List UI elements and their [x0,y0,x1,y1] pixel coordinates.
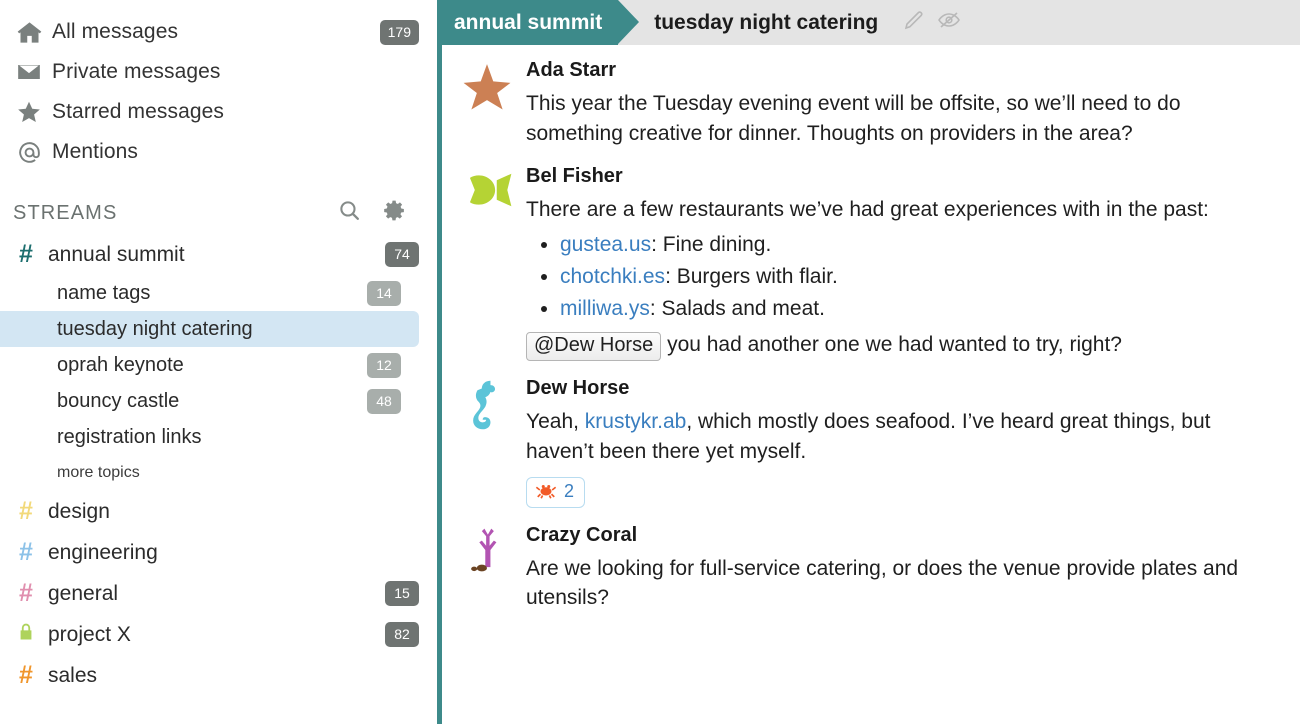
sidebar: All messages 179 Private messages Starre… [0,0,437,724]
list-item-text: : Burgers with flair. [665,265,838,289]
sidebar-stream-design[interactable]: # design [0,491,437,532]
sidebar-stream-sales[interactable]: # sales [0,655,437,696]
starfish-avatar[interactable] [458,57,516,149]
message-text-before: Yeah, [526,409,585,433]
list-item: milliwa.ys: Salads and meat. [560,294,1282,324]
eye-slash-icon[interactable] [936,8,962,38]
topic-header-bar: annual summit tuesday night catering [442,0,1300,45]
topic-name: registration links [57,425,202,448]
hash-icon: # [19,579,33,607]
topic-name: oprah keynote [57,353,184,376]
hash-icon: # [19,240,33,268]
hash-icon: # [19,538,33,566]
user-mention[interactable]: @Dew Horse [526,331,662,361]
unread-badge: 179 [379,19,419,45]
unread-badge: 82 [385,622,419,647]
crab-emoji [535,481,557,503]
sidebar-item-starred-messages[interactable]: Starred messages [0,92,437,132]
sidebar-topic-name-tags[interactable]: name tags 14 [0,275,419,311]
message-pane: annual summit tuesday night catering Ada… [437,0,1300,724]
list-item: gustea.us: Fine dining. [560,230,1282,260]
sidebar-item-mentions[interactable]: Mentions [0,132,437,172]
more-topics-link[interactable]: more topics [0,455,437,491]
sidebar-item-label: All messages [52,20,179,43]
pencil-icon[interactable] [902,8,926,38]
sidebar-stream-general[interactable]: # general 15 [0,573,437,614]
message-sender[interactable]: Dew Horse [526,377,1282,400]
unread-badge: 48 [367,388,401,414]
stream-name: engineering [48,540,158,564]
message-item: Bel Fisher There are a few restaurants w… [458,163,1282,361]
sidebar-stream-annual-summit[interactable]: # annual summit 74 [0,234,437,275]
seahorse-avatar[interactable] [458,375,516,508]
restaurant-link[interactable]: chotchki.es [560,265,665,288]
reaction-chip[interactable]: 2 [526,476,586,508]
topic-name: name tags [57,281,151,304]
sidebar-topic-oprah-keynote[interactable]: oprah keynote 12 [0,347,419,383]
topic-name: tuesday night catering [57,317,253,340]
streams-header: STREAMS [0,192,437,234]
lock-icon [12,621,40,648]
stream-name: general [48,581,119,605]
message-sender[interactable]: Ada Starr [526,59,1282,82]
hash-icon: # [19,497,33,525]
streams-title: STREAMS [13,201,118,224]
message-item: Crazy Coral Are we looking for full-serv… [458,522,1282,614]
unread-badge: 74 [385,242,419,267]
sidebar-topic-tuesday-night-catering[interactable]: tuesday night catering [0,311,419,347]
sidebar-topic-registration-links[interactable]: registration links [0,419,419,455]
restaurant-link[interactable]: milliwa.ys [560,297,650,320]
stream-name: project X [48,622,131,646]
mention-line: @Dew Horse you had another one we had wa… [526,331,1282,361]
breadcrumb-topic-label[interactable]: tuesday night catering [654,11,878,35]
sidebar-item-label: Private messages [52,60,221,83]
mention-rest-text: you had another one we had wanted to try… [667,332,1122,356]
list-item: chotchki.es: Burgers with flair. [560,262,1282,292]
breadcrumb-topic: tuesday night catering [618,0,962,45]
stream-name: design [48,499,110,523]
list-item-text: : Fine dining. [651,233,772,257]
message-text: This year the Tuesday evening event will… [526,92,1181,145]
search-icon[interactable] [337,198,362,228]
fish-avatar[interactable] [458,163,516,361]
sidebar-item-label: Mentions [52,140,139,163]
home-icon [12,19,46,46]
sidebar-topic-bouncy-castle[interactable]: bouncy castle 48 [0,383,419,419]
sidebar-item-label: Starred messages [52,100,225,123]
unread-badge: 14 [367,280,401,306]
sidebar-item-all-messages[interactable]: All messages 179 [0,12,437,52]
unread-badge: 15 [385,581,419,606]
message-item: Ada Starr This year the Tuesday evening … [458,57,1282,149]
stream-name: sales [48,663,98,687]
message-list: Ada Starr This year the Tuesday evening … [442,45,1300,613]
breadcrumb-stream[interactable]: annual summit [442,0,640,45]
hash-icon: # [19,661,33,689]
list-item-text: : Salads and meat. [649,297,825,321]
message-text: There are a few restaurants we’ve had gr… [526,197,1209,221]
message-text: Yeah, krustykr.ab, which mostly does sea… [526,407,1282,467]
restaurant-link[interactable]: gustea.us [560,233,651,256]
coral-avatar[interactable] [458,522,516,614]
reaction-count: 2 [564,481,575,501]
sidebar-stream-project-x[interactable]: project X 82 [0,614,437,655]
message-text: Are we looking for full-service catering… [526,556,1239,610]
unread-badge: 12 [367,352,401,378]
message-sender[interactable]: Crazy Coral [526,524,1282,547]
gear-icon[interactable] [382,198,407,228]
envelope-icon [12,59,46,85]
app-root: All messages 179 Private messages Starre… [0,0,1300,724]
topic-name: bouncy castle [57,389,180,412]
restaurant-link[interactable]: krustykr.ab [585,410,687,433]
at-icon [12,139,46,166]
message-sender[interactable]: Bel Fisher [526,165,1282,188]
stream-name: annual summit [48,242,185,266]
message-item: Dew Horse Yeah, krustykr.ab, which mostl… [458,375,1282,508]
restaurant-list: gustea.us: Fine dining. chotchki.es: Bur… [526,230,1282,323]
sidebar-stream-engineering[interactable]: # engineering [0,532,437,573]
sidebar-item-private-messages[interactable]: Private messages [0,52,437,92]
star-icon [12,99,46,125]
